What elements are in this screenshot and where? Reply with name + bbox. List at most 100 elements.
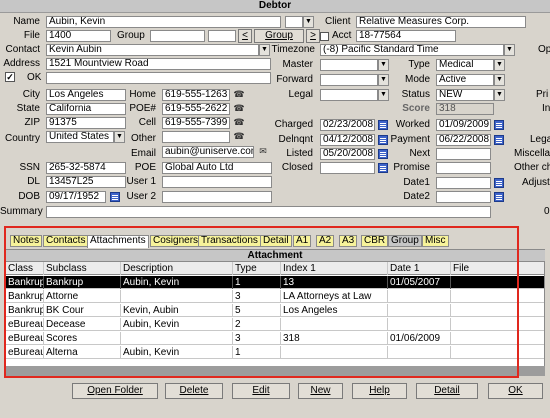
mode-dropdown-button[interactable]: ▼ [494, 74, 505, 86]
phone-icon[interactable]: ☎ [233, 89, 245, 100]
charged-field[interactable]: 02/23/2008 [320, 119, 375, 131]
contact-field[interactable]: Kevin Aubin [46, 44, 259, 56]
table-row[interactable]: eBureau Alterna Aubin, Kevin 1 [6, 346, 544, 359]
closed-field[interactable] [320, 162, 375, 174]
user2-field[interactable] [162, 191, 272, 203]
payment-field[interactable]: 06/22/2008 [436, 134, 491, 146]
dob-field[interactable]: 09/17/1952 [46, 191, 106, 203]
phone-icon[interactable]: ☎ [233, 103, 245, 114]
cell-phone-field[interactable]: 619-555-7399 [162, 117, 230, 129]
column-header[interactable]: File [451, 262, 544, 275]
name-field[interactable]: Aubin, Kevin [46, 16, 281, 28]
tab-detail[interactable]: Detail [260, 235, 292, 247]
worked-field[interactable]: 01/09/2009 [436, 119, 491, 131]
city-field[interactable]: Los Angeles [46, 89, 126, 101]
type-dropdown-button[interactable]: ▼ [494, 59, 505, 71]
group-field-2[interactable] [208, 30, 236, 42]
window-title: Debtor [0, 0, 550, 13]
name-dropdown-field[interactable] [285, 16, 303, 28]
mode-field[interactable]: Active [436, 74, 494, 86]
tab-a2[interactable]: A2 [316, 235, 335, 247]
worked-calendar-icon[interactable] [494, 120, 504, 130]
table-row[interactable]: BankruptBK CourKevin, Aubin5Los Angeles [6, 304, 544, 317]
name-dropdown-button[interactable]: ▼ [303, 16, 314, 28]
attachment-grid[interactable]: Class Subclass Description Type Index 1 Date … [5, 261, 545, 376]
summary-field[interactable] [46, 206, 491, 218]
status-field[interactable]: NEW [436, 89, 494, 101]
column-header[interactable]: Subclass [44, 262, 121, 275]
timezone-field[interactable]: (-8) Pacific Standard Time [320, 44, 504, 56]
table-cell [281, 346, 388, 359]
timezone-dropdown-button[interactable]: ▼ [504, 44, 515, 56]
acct-field[interactable]: 18-77564 [356, 30, 456, 42]
poe-phone-field[interactable]: 619-555-2622 [162, 103, 230, 115]
client-field[interactable]: Relative Measures Corp. [356, 16, 526, 28]
legal-field[interactable] [320, 89, 378, 101]
tab-notes[interactable]: Notes [10, 235, 43, 247]
listed-field[interactable]: 05/20/2008 [320, 148, 375, 160]
table-row[interactable]: BankruptAttorne 3LA Attorneys at Law [6, 290, 544, 303]
delete-button[interactable]: Delete [165, 383, 223, 399]
phone-icon[interactable]: ☎ [233, 117, 245, 128]
status-dropdown-button[interactable]: ▼ [494, 89, 505, 101]
dl-field[interactable]: 13457L25 [46, 176, 126, 188]
forward-field[interactable] [320, 74, 378, 86]
ok-button[interactable]: OK [488, 383, 543, 399]
group-button[interactable]: Group [254, 29, 304, 43]
tab-contacts[interactable]: Contacts [43, 235, 89, 247]
table-row[interactable]: eBureau Decease Aubin, Kevin 2 [6, 318, 544, 331]
tab-transactions[interactable]: Transactions [198, 235, 261, 247]
date2-calendar-icon[interactable] [494, 192, 504, 202]
group-prev-button[interactable]: < [238, 29, 252, 43]
zip-field[interactable]: 91375 [46, 117, 126, 129]
ok-checkbox[interactable]: ✓ [5, 72, 15, 82]
delnqnt-field[interactable]: 04/12/2008 [320, 134, 375, 146]
table-cell: Bankrupt [6, 276, 44, 289]
date1-calendar-icon[interactable] [494, 178, 504, 188]
date1-field[interactable] [436, 177, 491, 189]
edit-button[interactable]: Edit [232, 383, 290, 399]
open-folder-button[interactable]: Open Folder [72, 383, 158, 399]
column-header[interactable]: Date 1 [388, 262, 451, 275]
new-button[interactable]: New [298, 383, 343, 399]
tab-group[interactable]: Group [388, 235, 422, 247]
email-field[interactable]: aubin@uniserve.com [162, 146, 254, 158]
acct-checkbox[interactable] [320, 32, 329, 41]
help-button[interactable]: Help [352, 383, 407, 399]
group-field[interactable] [150, 30, 205, 42]
promise-field[interactable] [436, 162, 491, 174]
date2-field[interactable] [436, 191, 491, 203]
phone-icon[interactable]: ☎ [233, 131, 245, 142]
table-row[interactable]: BankruptBankrupAubin, Kevin11301/05/2007 [6, 276, 544, 289]
tab-misc[interactable]: Misc [422, 235, 449, 247]
table-row[interactable]: eBureau Scores 3 318 01/06/2009 [6, 332, 544, 345]
country-field[interactable]: United States [46, 131, 114, 143]
file-field[interactable]: 1400 [46, 30, 111, 42]
file-label: File [23, 30, 40, 41]
column-header[interactable]: Type [233, 262, 281, 275]
column-header[interactable]: Class [6, 262, 44, 275]
home-phone-field[interactable]: 619-555-1263 [162, 89, 230, 101]
master-field[interactable] [320, 59, 378, 71]
tab-a1[interactable]: A1 [293, 235, 312, 247]
column-header[interactable]: Description [121, 262, 233, 275]
user1-field[interactable] [162, 176, 272, 188]
next-field[interactable] [436, 148, 491, 160]
group-next-button[interactable]: > [306, 29, 320, 43]
tab-a3[interactable]: A3 [339, 235, 358, 247]
state-field[interactable]: California [46, 103, 126, 115]
other-phone-field[interactable] [162, 131, 230, 143]
column-header[interactable]: Index 1 [281, 262, 388, 275]
tab-cbr[interactable]: CBR [361, 235, 389, 247]
tab-attachments[interactable]: Attachments [87, 235, 149, 248]
type-field[interactable]: Medical [436, 59, 494, 71]
tab-cosigners[interactable]: Cosigners [150, 235, 202, 247]
address-line2-field[interactable] [46, 72, 271, 84]
dob-calendar-icon[interactable] [110, 192, 120, 202]
ssn-field[interactable]: 265-32-5874 [46, 162, 126, 174]
detail-button[interactable]: Detail [416, 383, 478, 399]
address-field[interactable]: 1521 Mountview Road [46, 58, 271, 70]
payment-calendar-icon[interactable] [494, 135, 504, 145]
poe-field[interactable]: Global Auto Ltd [162, 162, 272, 174]
score-label: Score [402, 103, 430, 114]
